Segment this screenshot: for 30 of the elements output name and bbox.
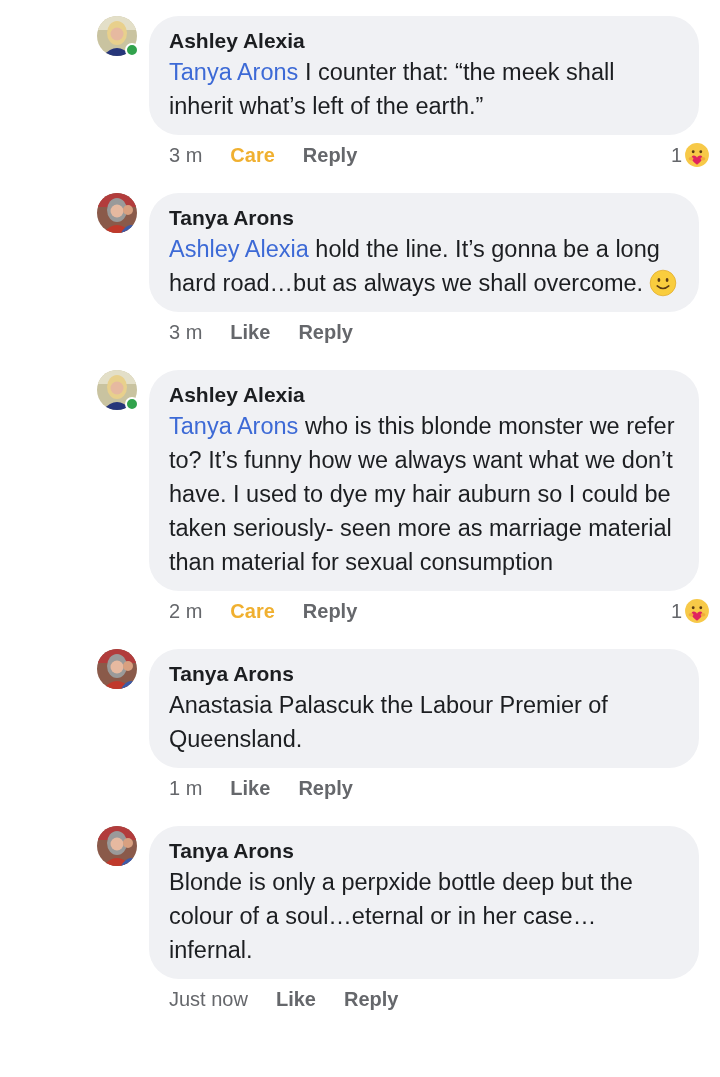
author-name: Ashley Alexia [169, 28, 306, 54]
comment-text: Tanya Arons I counter that: “the meek shall inherit what’s left of the earth.” [169, 58, 616, 121]
author-name: Tanya Arons [169, 661, 295, 687]
like-link[interactable]: Like [275, 985, 316, 1013]
author-name: Ashley Alexia [169, 382, 306, 408]
author-name: Tanya Arons [169, 205, 295, 231]
timestamp: 2 m [169, 599, 203, 624]
timestamp: 3 m [169, 320, 203, 345]
comment-text: Tanya Arons who is this blonde monster we refer to? It’s funny how we always want what we don’t have. I used to dye my hair auburn so I could be taken seriously- seen more as marriage material than material for sexual consumption [169, 412, 676, 577]
reaction-count: 1 [670, 143, 682, 168]
comment-text: Blonde is only a perpxide bottle deep but the colour of a soul…eternal or in her case…infernal. [169, 868, 634, 965]
mention-link[interactable]: Ashley Alexia [169, 236, 309, 262]
timestamp: Just now [169, 987, 248, 1012]
author-name: Tanya Arons [169, 838, 295, 864]
reply-link[interactable]: Reply [302, 597, 358, 625]
like-link[interactable]: Like [230, 774, 271, 802]
reply-link[interactable]: Reply [343, 985, 399, 1013]
comment-text: Ashley Alexia hold the line. It’s gonna be a long hard road…but as always we shall overcome. [169, 232, 679, 300]
reply-link[interactable]: Reply [298, 318, 353, 346]
comment-text: Anastasia Palascuk the Labour Premier of Queensland. [169, 691, 609, 754]
mention-link[interactable]: Tanya Arons [169, 59, 299, 85]
mention-link[interactable]: Tanya Arons [169, 413, 299, 439]
care-reaction-icon [684, 142, 710, 168]
reaction-count: 1 [670, 599, 682, 624]
timestamp: 1 m [169, 776, 203, 801]
like-link[interactable]: Like [230, 318, 271, 346]
reply-link[interactable]: Reply [298, 774, 353, 802]
care-reaction-icon [684, 598, 710, 624]
timestamp: 3 m [169, 143, 203, 168]
reply-link[interactable]: Reply [302, 141, 358, 169]
